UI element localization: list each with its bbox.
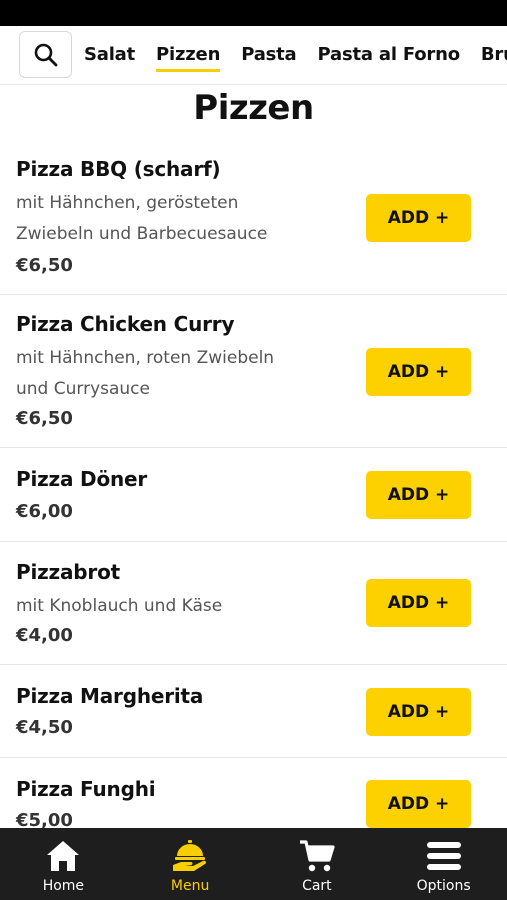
item-price: €4,50 (16, 717, 73, 738)
tab-salat[interactable]: Salat (84, 40, 135, 71)
item-description: mit Hähnchen, gerösteten Zwiebeln und Ba… (16, 188, 336, 250)
item-name: Pizza Funghi (16, 777, 156, 801)
list-item: Pizza Chicken Curry mit Hähnchen, roten … (0, 295, 507, 448)
item-name: Pizza BBQ (scharf) (16, 157, 221, 181)
item-price: €6,50 (16, 408, 73, 429)
add-button[interactable]: ADD + (366, 348, 471, 396)
list-item: Pizza Döner €6,00 ADD + (0, 448, 507, 542)
tab-bru[interactable]: Bru (481, 40, 507, 71)
item-description: mit Knoblauch und Käse (16, 591, 336, 622)
item-price: €6,00 (16, 501, 73, 522)
item-name: Pizza Chicken Curry (16, 312, 235, 336)
item-description-line: mit Knoblauch und Käse (16, 596, 223, 616)
item-name: Pizzabrot (16, 560, 120, 584)
nav-label: Options (416, 878, 471, 894)
item-name: Pizza Döner (16, 467, 148, 491)
item-price: €6,50 (16, 255, 73, 276)
nav-label: Menu (170, 878, 210, 894)
nav-options[interactable]: Options (380, 828, 507, 900)
add-button[interactable]: ADD + (366, 194, 471, 242)
serving-hand-icon (171, 836, 209, 876)
bottom-navigation: Home Menu Cart Options (0, 828, 507, 900)
home-icon (45, 836, 81, 876)
item-description: mit Hähnchen, roten Zwiebeln und Currysa… (16, 343, 336, 405)
status-bar (0, 0, 507, 26)
tab-pasta[interactable]: Pasta (241, 40, 297, 71)
list-item: Pizza BBQ (scharf) mit Hähnchen, geröste… (0, 145, 507, 295)
nav-menu[interactable]: Menu (127, 828, 254, 900)
item-name: Pizza Margherita (16, 684, 204, 708)
nav-label: Home (42, 878, 85, 894)
item-description-line: Zwiebeln und Barbecuesauce (16, 224, 268, 244)
item-description-line: mit Hähnchen, gerösteten (16, 193, 239, 213)
tab-pasta-al-forno[interactable]: Pasta al Forno (318, 40, 461, 71)
add-button[interactable]: ADD + (366, 471, 471, 519)
item-price: €4,00 (16, 625, 73, 646)
tab-pizzen[interactable]: Pizzen (156, 40, 220, 72)
add-button[interactable]: ADD + (366, 688, 471, 736)
cart-icon (298, 836, 336, 876)
category-bar: Salat Pizzen Pasta Pasta al Forno Bru (0, 26, 507, 85)
add-button[interactable]: ADD + (366, 780, 471, 828)
category-tabs: Salat Pizzen Pasta Pasta al Forno Bru (84, 26, 507, 84)
nav-label: Cart (302, 878, 332, 894)
menu-bars-icon (425, 836, 463, 876)
search-icon (34, 43, 57, 66)
nav-cart[interactable]: Cart (254, 828, 381, 900)
list-item: Pizza Margherita €4,50 ADD + (0, 665, 507, 758)
item-description-line: und Currysauce (16, 379, 150, 399)
add-button[interactable]: ADD + (366, 579, 471, 627)
item-description-line: mit Hähnchen, roten Zwiebeln (16, 348, 275, 368)
search-button[interactable] (19, 31, 72, 78)
nav-home[interactable]: Home (0, 828, 127, 900)
page-title: Pizzen (193, 88, 314, 128)
list-item: Pizzabrot mit Knoblauch und Käse €4,00 A… (0, 542, 507, 665)
